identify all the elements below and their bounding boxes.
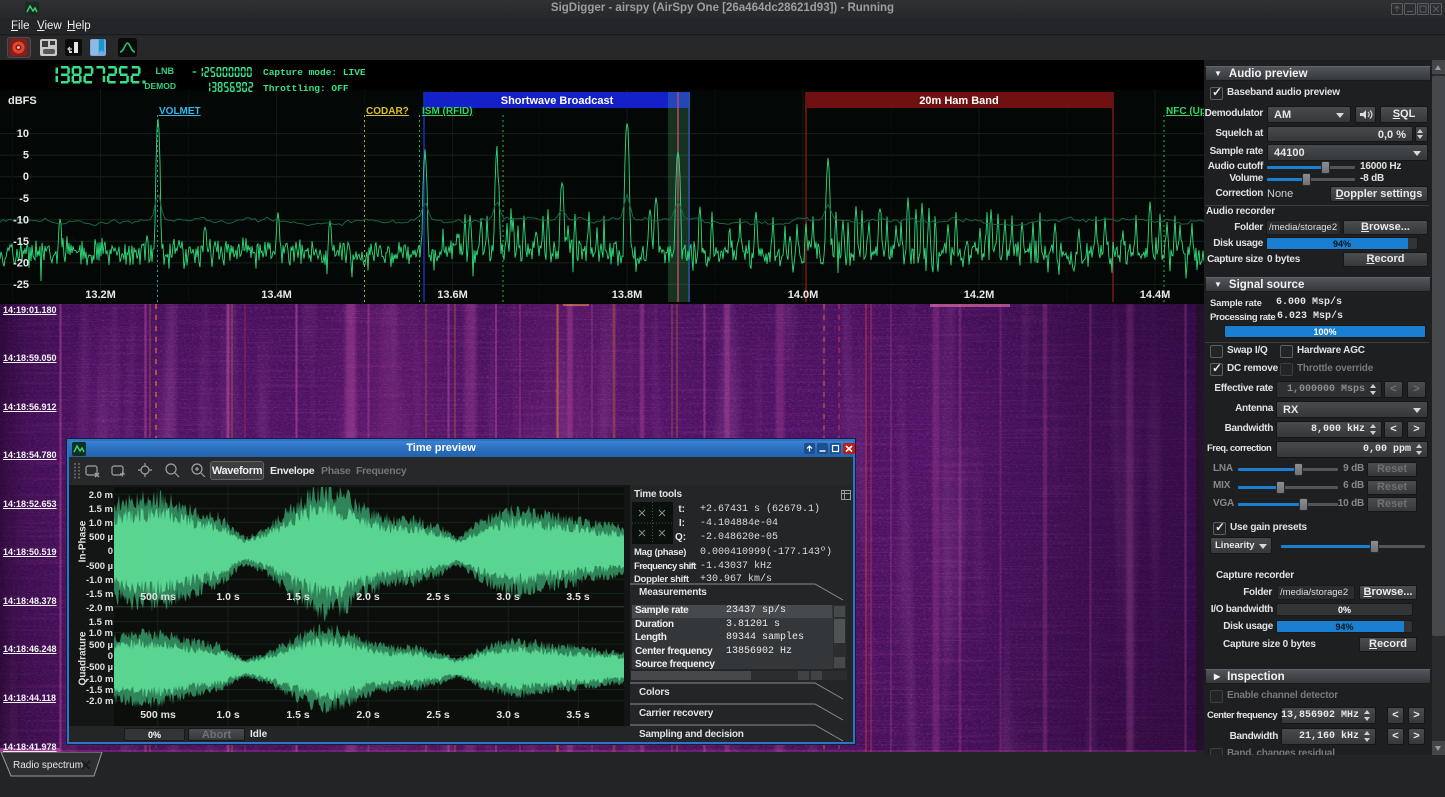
svg-text:VOLMET: VOLMET (159, 106, 201, 117)
svg-text:2.5 s: 2.5 s (426, 709, 450, 721)
svg-text:1.0 s: 1.0 s (216, 591, 240, 603)
svg-text:3.0 s: 3.0 s (496, 591, 520, 603)
svg-text:13.6M: 13.6M (437, 289, 468, 301)
svg-text:14.2M: 14.2M (964, 289, 995, 301)
svg-text:5: 5 (23, 150, 29, 162)
svg-text:2.0 s: 2.0 s (356, 709, 380, 721)
svg-text:Throttling: OFF: Throttling: OFF (263, 83, 349, 94)
svg-text:13.4M: 13.4M (261, 289, 292, 301)
svg-text:-5: -5 (19, 193, 29, 205)
svg-text:3.5 s: 3.5 s (566, 709, 590, 721)
svg-text:500 ms: 500 ms (140, 709, 176, 721)
svg-text:3.5 s: 3.5 s (566, 591, 590, 603)
svg-text:0: 0 (23, 171, 29, 183)
svg-text:LNB: LNB (156, 66, 175, 76)
svg-text:3.0 s: 3.0 s (496, 709, 520, 721)
svg-text:500 ms: 500 ms (140, 591, 176, 603)
svg-text:-10: -10 (13, 214, 29, 226)
svg-text:10: 10 (17, 128, 29, 140)
svg-text:1.5 s: 1.5 s (286, 709, 310, 721)
svg-text:-20: -20 (13, 257, 29, 269)
svg-text:2.0 s: 2.0 s (356, 591, 380, 603)
svg-text:-25: -25 (13, 279, 29, 291)
svg-text:13.8M: 13.8M (612, 289, 643, 301)
svg-text:DEMOD: DEMOD (144, 81, 176, 91)
svg-text:14.4M: 14.4M (1140, 289, 1171, 301)
svg-text:dBFS: dBFS (8, 95, 37, 107)
svg-text:14.0M: 14.0M (788, 289, 819, 301)
svg-text:20m Ham Band: 20m Ham Band (919, 95, 998, 107)
svg-text:CODAR?: CODAR? (366, 106, 409, 117)
svg-text:1.5 s: 1.5 s (286, 591, 310, 603)
svg-text:2.5 s: 2.5 s (426, 591, 450, 603)
svg-text:-15: -15 (13, 236, 29, 248)
svg-text:Capture mode: LIVE: Capture mode: LIVE (263, 67, 366, 78)
svg-text:Shortwave Broadcast: Shortwave Broadcast (501, 95, 614, 107)
svg-text:ISM (RFID): ISM (RFID) (422, 106, 473, 117)
svg-text:Radio spectrum: Radio spectrum (13, 760, 83, 771)
svg-text:13.2M: 13.2M (85, 289, 116, 301)
svg-text:NFC (Up: NFC (Up (1166, 106, 1204, 117)
svg-text:1.0 s: 1.0 s (216, 709, 240, 721)
